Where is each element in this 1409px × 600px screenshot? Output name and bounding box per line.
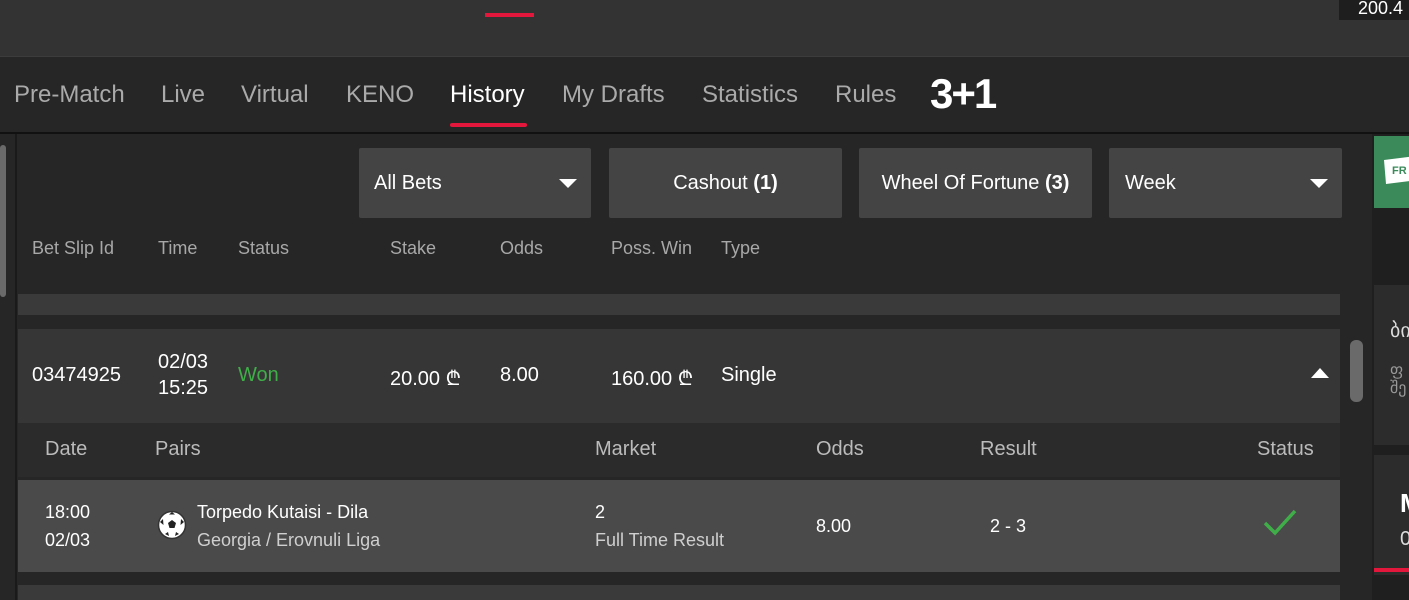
tab-rules[interactable]: Rules — [835, 81, 896, 109]
col-type: Type — [721, 238, 761, 258]
col-odds: Odds — [500, 238, 544, 258]
detail-league: Georgia / Erovnuli Liga — [197, 530, 381, 550]
tab-live[interactable]: Live — [161, 81, 205, 109]
side-banner[interactable]: FR — [1374, 136, 1409, 208]
wheel-count: (3) — [1044, 172, 1070, 194]
col-poss-win: Poss. Win — [611, 238, 693, 258]
wheel-label: Wheel Of Fortune — [881, 172, 1040, 194]
left-scrollbar[interactable] — [0, 145, 6, 297]
tab-my-drafts[interactable]: My Drafts — [562, 81, 665, 109]
wheel-of-fortune-filter-button[interactable]: Wheel Of Fortune (3) — [859, 148, 1092, 218]
detail-date: 02/03 — [45, 530, 91, 550]
detail-result: 2 - 3 — [990, 516, 1027, 536]
collapse-up-icon[interactable] — [1311, 368, 1329, 378]
side-card-1-line2: ფ — [1390, 362, 1404, 379]
active-tab-underline — [450, 123, 527, 127]
tab-statistics[interactable]: Statistics — [702, 81, 798, 109]
next-row-band — [18, 585, 1340, 600]
logo-3plus1[interactable]: 3+1 — [930, 70, 997, 118]
bet-type: Single — [721, 364, 777, 386]
side-card-1-title: ბი — [1390, 320, 1409, 342]
col-stake: Stake — [390, 238, 437, 258]
chevron-down-icon — [559, 179, 577, 188]
top-bar — [0, 0, 1409, 57]
tab-history[interactable]: History — [450, 81, 525, 109]
detail-row — [18, 480, 1340, 572]
right-scrollbar[interactable] — [1350, 340, 1363, 402]
side-accent-bar — [1374, 568, 1409, 572]
football-icon — [157, 510, 187, 540]
detail-col-market: Market — [595, 438, 657, 460]
bet-poss-win: 160.00 ₾ — [611, 368, 694, 390]
detail-market-name: Full Time Result — [595, 530, 725, 550]
bet-odds: 8.00 — [500, 364, 539, 386]
col-status: Status — [238, 238, 290, 258]
bet-date: 02/03 — [158, 351, 209, 373]
bet-id: 03474925 — [32, 364, 121, 386]
bet-stake: 20.00 ₾ — [390, 368, 462, 390]
detail-col-date: Date — [45, 438, 88, 460]
detail-market-pick: 2 — [595, 502, 606, 522]
detail-col-odds: Odds — [816, 438, 864, 460]
tab-virtual[interactable]: Virtual — [241, 81, 309, 109]
content-border — [15, 134, 17, 600]
period-select[interactable]: Week — [1109, 148, 1342, 218]
side-card-2-title: M — [1400, 488, 1409, 519]
chevron-down-icon — [1310, 179, 1328, 188]
tab-keno[interactable]: KENO — [346, 81, 414, 109]
balance-display: 200.4 — [1339, 0, 1409, 20]
bet-type-value: All Bets — [374, 172, 442, 194]
banner-text: FR — [1392, 165, 1407, 177]
period-value: Week — [1125, 172, 1176, 194]
detail-match[interactable]: Torpedo Kutaisi - Dila — [197, 502, 368, 523]
cashout-label: Cashout — [673, 172, 748, 194]
details-header — [18, 423, 1340, 477]
detail-time: 18:00 — [45, 502, 91, 522]
freebet-ticket-icon: FR — [1384, 156, 1409, 184]
bet-time: 15:25 — [158, 377, 209, 399]
bet-status: Won — [238, 364, 279, 386]
col-time: Time — [158, 238, 198, 258]
top-active-indicator — [485, 13, 534, 17]
detail-col-pairs: Pairs — [155, 438, 201, 460]
bet-type-select[interactable]: All Bets — [359, 148, 591, 218]
cashout-count: (1) — [753, 172, 778, 194]
side-card-2-value: 0 — [1400, 528, 1409, 550]
check-icon — [1263, 509, 1297, 536]
detail-col-result: Result — [980, 438, 1037, 460]
row-separator — [18, 294, 1340, 315]
side-card-1-line3: შე — [1390, 380, 1407, 397]
cashout-filter-button[interactable]: Cashout (1) — [609, 148, 842, 218]
detail-col-status: Status — [1257, 438, 1314, 460]
detail-odds: 8.00 — [816, 516, 852, 536]
tab-pre-match[interactable]: Pre-Match — [14, 81, 125, 109]
col-bet-slip-id: Bet Slip Id — [32, 238, 115, 258]
